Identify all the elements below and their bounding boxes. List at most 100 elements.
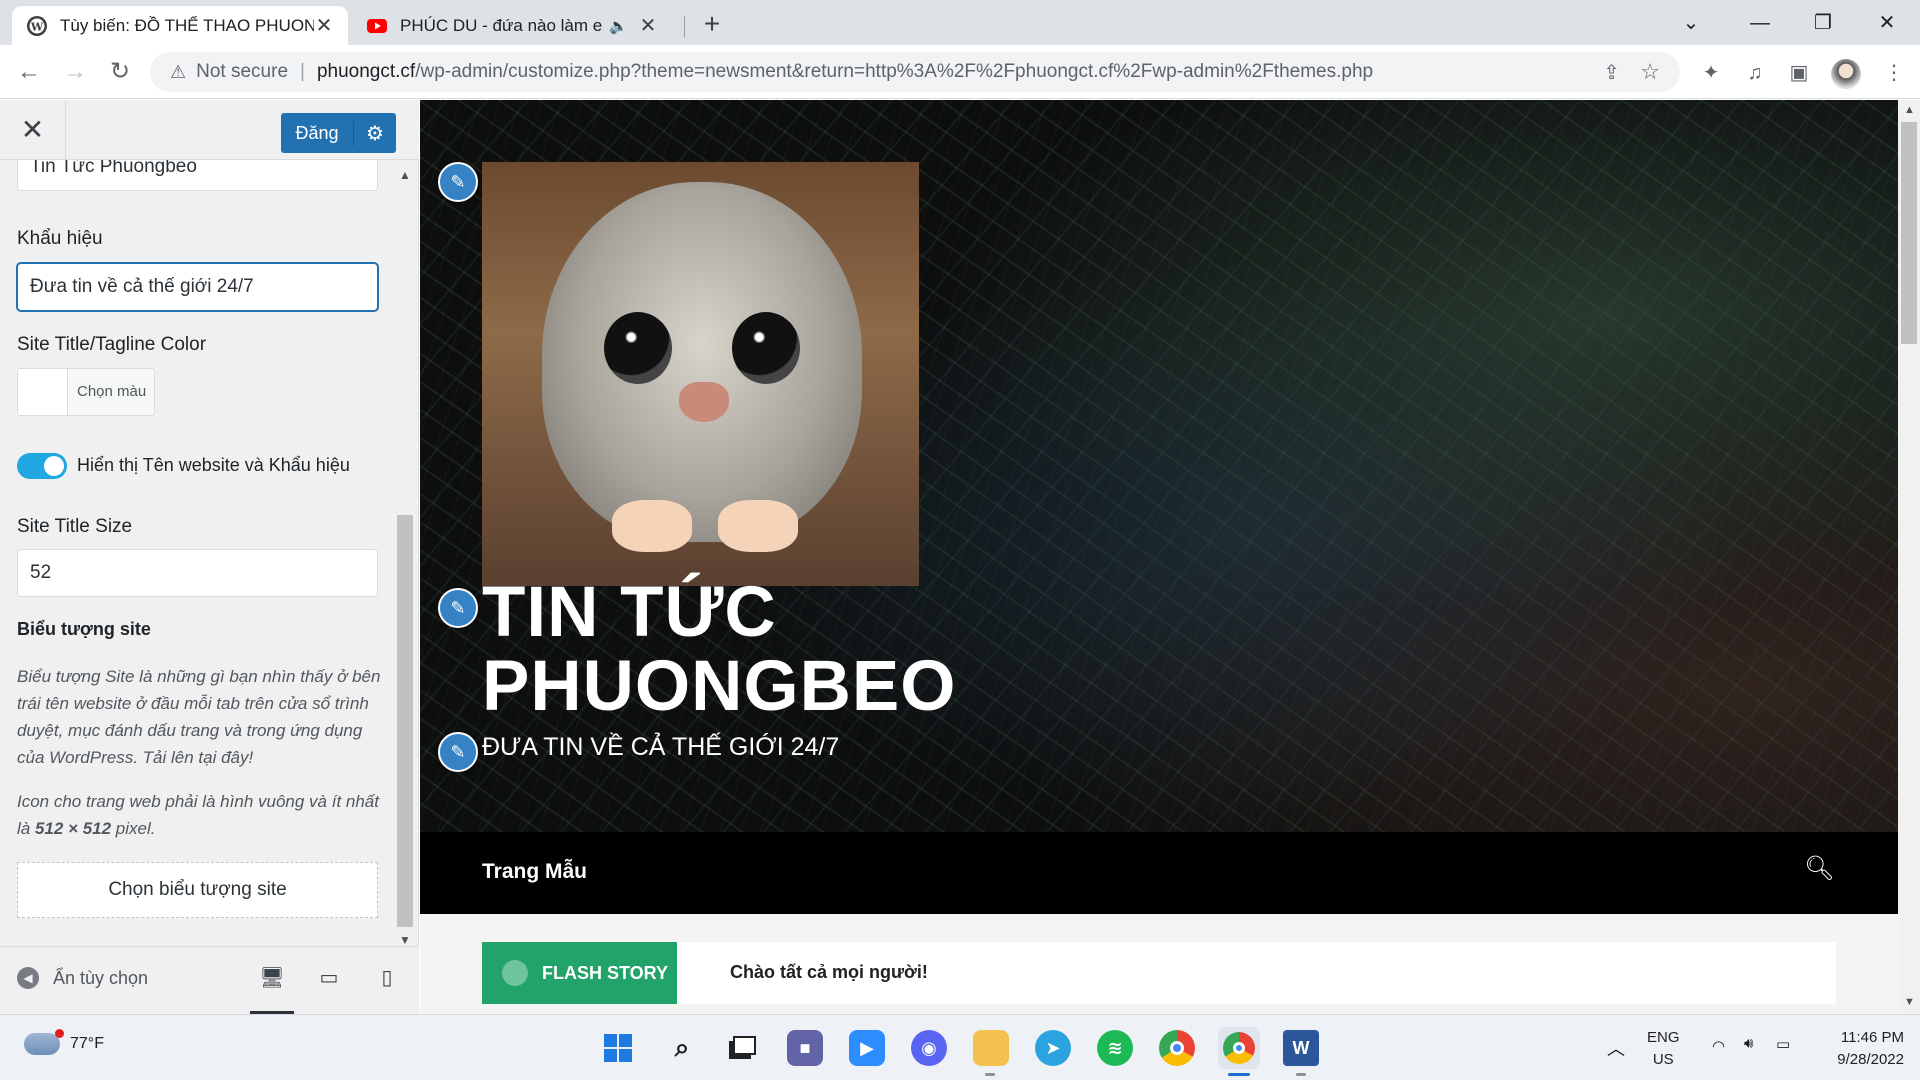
weather-widget[interactable]: 77°F [24, 1029, 104, 1055]
cat-nose [679, 382, 729, 422]
note-suffix: pixel. [111, 819, 156, 838]
address-bar[interactable]: ⚠ Not secure | phuongct.cf/wp-admin/cust… [150, 52, 1680, 92]
hide-controls-label[interactable]: Ẩn tùy chọn [53, 968, 148, 989]
region[interactable]: US [1647, 1049, 1680, 1071]
site-title-field[interactable]: Tin Tức Phuongbeo [17, 160, 378, 191]
site-title-line-1[interactable]: TIN TỨC [482, 576, 957, 650]
cloud-icon [24, 1029, 64, 1055]
toggle-knob [44, 456, 64, 476]
url-host: phuongct.cf [316, 61, 416, 82]
tagline-field[interactable]: Đưa tin về cả thế giới 24/7 [17, 263, 378, 311]
preview-scrollbar-thumb[interactable] [1901, 122, 1917, 344]
language[interactable]: ENG [1647, 1027, 1680, 1049]
site-tagline[interactable]: ĐƯA TIN VỀ CẢ THẾ GIỚI 24/7 [482, 733, 839, 762]
wordpress-icon: W [27, 15, 47, 36]
site-title[interactable]: TIN TỨC PHUONGBEO [482, 576, 957, 724]
select-site-icon-button[interactable]: Chọn biểu tượng site [17, 862, 378, 918]
side-panel-icon[interactable]: ▣ [1785, 59, 1813, 87]
volume-icon[interactable]: 🔊︎ [1744, 1035, 1753, 1052]
start-icon[interactable] [600, 1030, 636, 1066]
hide-controls-button[interactable]: ◀ Ẩn tùy chọn [17, 967, 148, 989]
youtube-icon [367, 18, 387, 33]
scroll-down-arrow-icon[interactable]: ▼ [399, 933, 411, 947]
flash-story-label: FLASH STORY [482, 942, 677, 1004]
cat-right-hand [718, 500, 798, 552]
chrome-icon[interactable] [1159, 1030, 1195, 1066]
collapse-icon[interactable]: ◀ [17, 967, 39, 989]
color-picker-label[interactable]: Chọn màu [68, 369, 146, 415]
tab-customizer[interactable]: W Tùy biến: ĐỒ THỂ THAO PHUONG ✕ [12, 6, 348, 45]
wifi-icon[interactable]: ◠ [1712, 1037, 1725, 1055]
close-tab-icon[interactable]: ✕ [638, 13, 658, 38]
search-taskbar-icon[interactable]: ⌕ [664, 1030, 700, 1066]
color-swatch[interactable] [18, 369, 68, 415]
discord-icon[interactable]: ◉ [911, 1030, 947, 1066]
tagline-label: Khẩu hiệu [17, 228, 103, 249]
reload-button[interactable]: ↻ [105, 57, 135, 87]
chrome-profile-icon[interactable] [1218, 1027, 1260, 1069]
battery-icon[interactable]: ▭ [1776, 1035, 1790, 1053]
title-size-label: Site Title Size [17, 516, 133, 537]
close-tab-icon[interactable]: ✕ [314, 13, 334, 38]
tab-search-icon[interactable]: ⌄ [1668, 6, 1714, 40]
new-tab-button[interactable]: + [695, 8, 729, 42]
publish-button[interactable]: Đăng ⚙ [281, 113, 396, 153]
preview-scroll-down-icon[interactable]: ▼ [1904, 996, 1915, 1008]
time[interactable]: 11:46 PM [1820, 1027, 1904, 1049]
word-icon[interactable]: W [1283, 1030, 1319, 1066]
preview-scroll-up-icon[interactable]: ▲ [1904, 104, 1915, 116]
publish-label[interactable]: Đăng [281, 123, 353, 144]
task-view-icon[interactable] [724, 1030, 760, 1066]
flash-story-text: FLASH STORY [542, 962, 669, 983]
windows-taskbar: 77°F ⌕ ■ ▶ ◉ ➤ ≋ W ︿ ENG US ◠ 🔊︎ ▭ 11:46… [0, 1014, 1920, 1080]
display-title-toggle[interactable] [17, 453, 67, 479]
tablet-preview-icon[interactable]: ▭ [314, 965, 344, 995]
profile-avatar[interactable] [1831, 59, 1861, 89]
customizer-footer: ◀ Ẩn tùy chọn 🖥 ▭ ▯ [0, 946, 419, 1015]
back-button[interactable]: ← [14, 57, 44, 87]
forward-button[interactable]: → [60, 57, 90, 87]
gear-icon[interactable]: ⚙ [353, 120, 396, 146]
edit-logo-pencil-icon[interactable]: ✎ [438, 162, 478, 202]
more-menu-icon[interactable]: ⋮ [1880, 59, 1908, 87]
cat-right-eye [732, 312, 800, 384]
edit-tagline-pencil-icon[interactable]: ✎ [438, 732, 478, 772]
zoom-icon[interactable]: ▶ [849, 1030, 885, 1066]
customizer-controls: Tin Tức Phuongbeo Khẩu hiệu Đưa tin về c… [0, 160, 419, 946]
menu-item-sample-page[interactable]: Trang Mẫu [482, 860, 587, 884]
scroll-up-arrow-icon[interactable]: ▲ [399, 168, 411, 182]
customizer-header: ✕ Đăng ⚙ [0, 100, 419, 160]
minimize-button[interactable]: — [1737, 6, 1783, 40]
color-picker-button[interactable]: Chọn màu [17, 368, 155, 416]
title-size-field[interactable]: 52 [17, 549, 378, 597]
teams-icon[interactable]: ■ [787, 1030, 823, 1066]
desktop-preview-icon[interactable]: 🖥 [250, 965, 294, 1015]
file-explorer-icon[interactable] [973, 1030, 1009, 1066]
panel-scrollbar-thumb[interactable] [397, 515, 413, 927]
date[interactable]: 9/28/2022 [1820, 1049, 1904, 1071]
tab-youtube[interactable]: PHÚC DU - đứa nào làm em 🔈 ✕ [352, 6, 672, 45]
telegram-icon[interactable]: ➤ [1035, 1030, 1071, 1066]
warning-icon[interactable]: ⚠ [170, 62, 186, 83]
security-status[interactable]: Not secure [196, 61, 288, 83]
clock[interactable]: 11:46 PM 9/28/2022 [1820, 1027, 1904, 1071]
speaker-icon[interactable]: 🔈 [609, 17, 628, 35]
edit-title-pencil-icon[interactable]: ✎ [438, 588, 478, 628]
bookmark-star-icon[interactable]: ☆ [1640, 59, 1660, 85]
show-hidden-icons-chevron-icon[interactable]: ︿ [1607, 1035, 1625, 1061]
mobile-preview-icon[interactable]: ▯ [372, 965, 402, 995]
close-customizer-icon[interactable]: ✕ [0, 100, 66, 160]
close-window-button[interactable]: ✕ [1864, 6, 1910, 40]
spotify-icon[interactable]: ≋ [1097, 1030, 1133, 1066]
language-indicator[interactable]: ENG US [1647, 1027, 1680, 1071]
primary-menu: Trang Mẫu 🔍︎ [420, 832, 1898, 914]
share-icon[interactable]: ⇪ [1603, 60, 1620, 85]
restore-button[interactable]: ❐ [1800, 6, 1846, 40]
search-icon[interactable]: 🔍︎ [1804, 854, 1834, 883]
media-controls-icon[interactable]: ♫ [1741, 59, 1769, 87]
note-size: 512 × 512 [34, 819, 112, 838]
site-logo-cat-image[interactable] [482, 162, 919, 586]
flash-story-headline[interactable]: Chào tất cả mọi người! [730, 962, 928, 983]
extensions-icon[interactable]: ✦ [1697, 59, 1725, 87]
site-title-line-2[interactable]: PHUONGBEO [482, 650, 957, 724]
